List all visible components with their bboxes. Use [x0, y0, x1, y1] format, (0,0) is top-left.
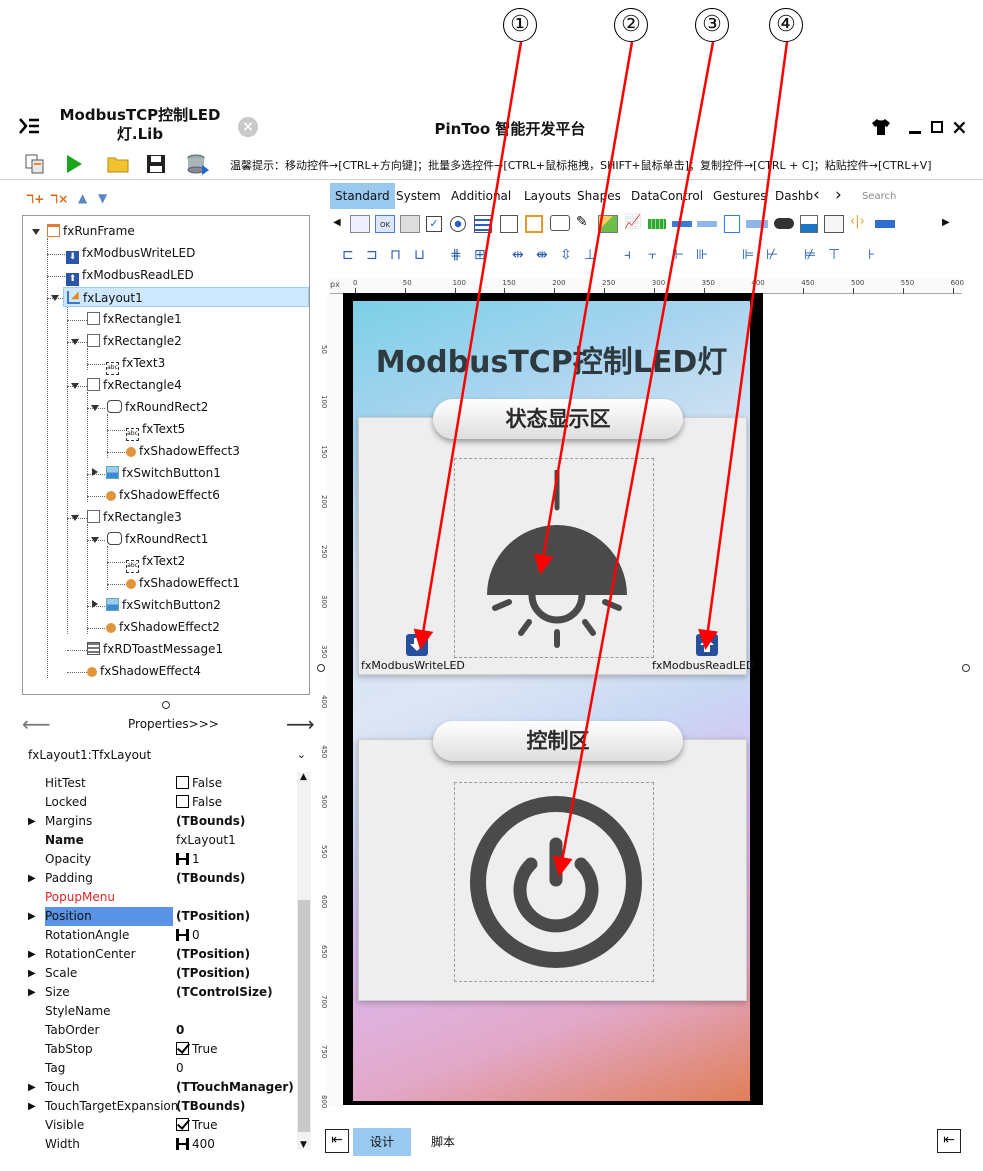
- tab-script[interactable]: 脚本: [431, 1128, 455, 1156]
- tab-design[interactable]: 设计: [353, 1128, 411, 1156]
- annotation-arrows: [413, 41, 789, 877]
- arrow-4: [698, 41, 789, 650]
- collapse-panel-left-icon[interactable]: ⇤: [325, 1129, 349, 1153]
- arrow-3: [552, 41, 715, 877]
- arrow-1: [413, 41, 523, 650]
- arrow-2: [533, 41, 634, 575]
- collapse-panel-right-icon[interactable]: ⇤: [937, 1129, 961, 1153]
- bottom-bar: ⇤ 设计 脚本 ⇤: [325, 1128, 965, 1158]
